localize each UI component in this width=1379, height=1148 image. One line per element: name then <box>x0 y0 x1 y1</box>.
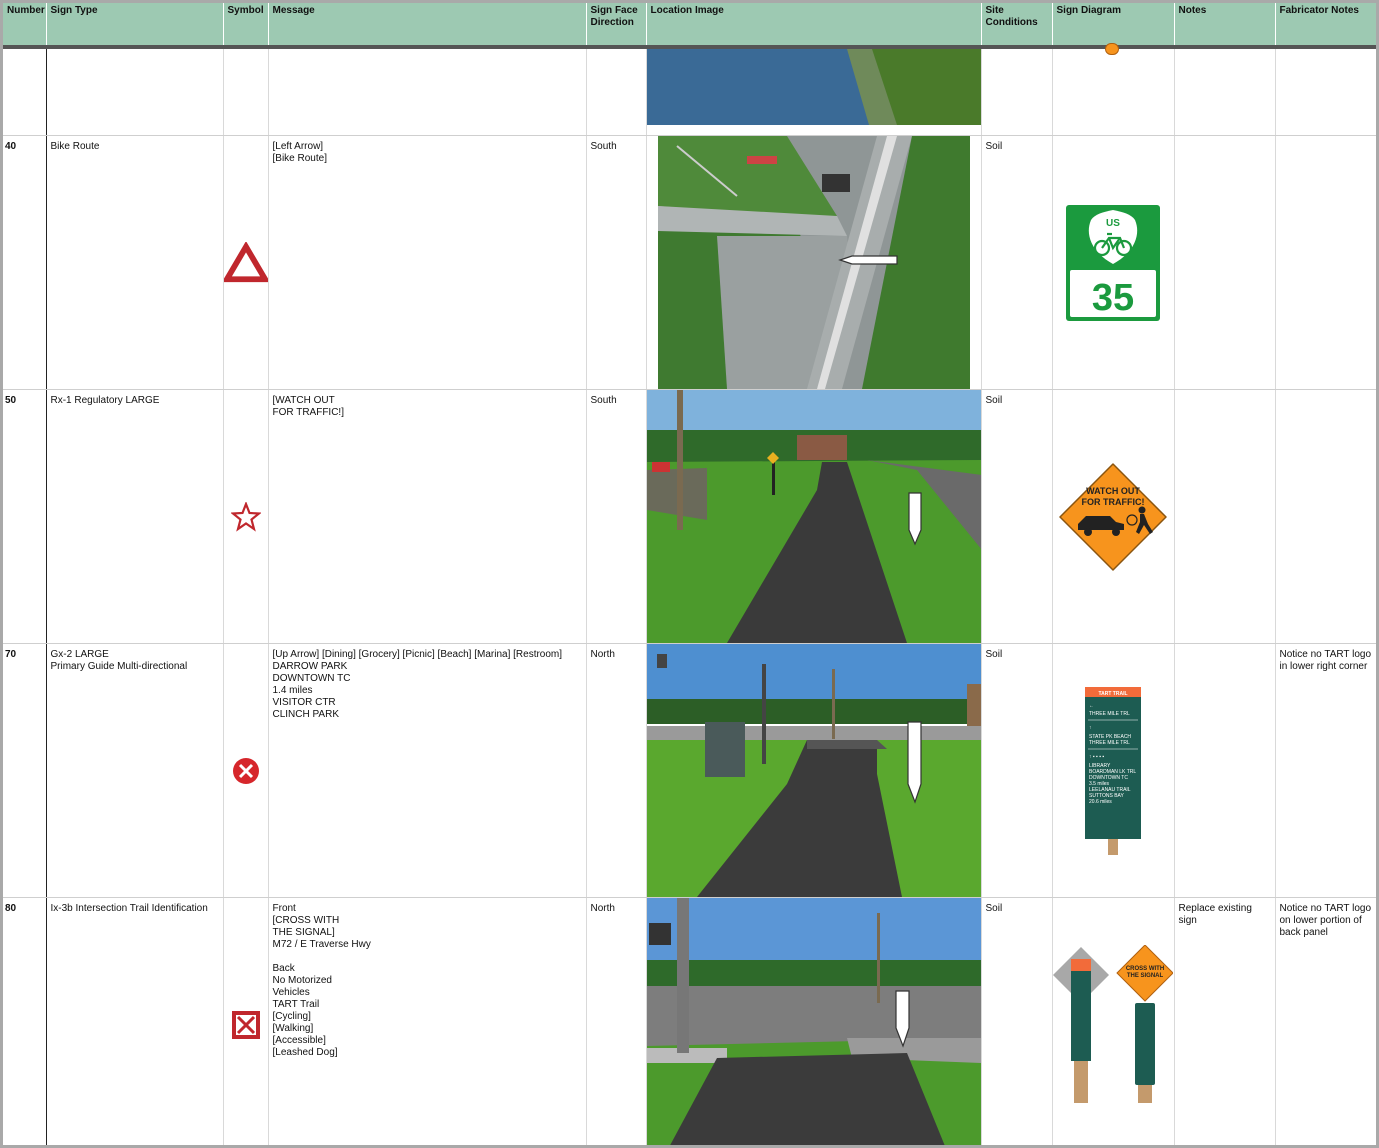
cell-number[interactable]: 50 <box>3 389 47 644</box>
cell-location-image[interactable] <box>646 643 982 898</box>
header-symbol[interactable]: Symbol <box>223 3 269 49</box>
cell-direction[interactable]: North <box>586 643 647 898</box>
cell-sign-type[interactable]: Bike Route <box>46 135 224 390</box>
sign-schedule-frame: Number Sign Type Symbol Message Sign Fac… <box>3 3 1376 1145</box>
cell-notes[interactable] <box>1174 47 1276 136</box>
cell-direction[interactable]: North <box>586 897 647 1145</box>
cell-number[interactable]: 40 <box>3 135 47 390</box>
trail-photo <box>646 390 981 643</box>
guide-sign-header: TART TRAIL <box>1098 691 1127 697</box>
cell-fabricator-notes[interactable] <box>1275 47 1376 136</box>
x-circle-icon <box>232 757 259 784</box>
cell-location-image[interactable] <box>646 389 982 644</box>
sign-text-line2: FOR TRAFFIC! <box>1082 497 1145 507</box>
cell-sign-diagram[interactable]: US 35 <box>1052 135 1175 390</box>
location-photo <box>646 49 981 135</box>
guide-line-1: THREE MILE TRL <box>1089 711 1130 717</box>
guide-sign-diagram: TART TRAIL ← THREE MILE TRL ↑ STATE PK B… <box>1085 686 1141 855</box>
cell-sign-type[interactable]: Rx-1 Regulatory LARGE <box>46 389 224 644</box>
cell-sign-type[interactable] <box>46 47 224 136</box>
table-row[interactable]: 70 Gx-2 LARGE Primary Guide Multi-direct… <box>3 643 1376 898</box>
cell-symbol[interactable] <box>223 47 269 136</box>
cell-fabricator-notes[interactable]: Notice no TART logo in lower right corne… <box>1275 643 1376 898</box>
table-row[interactable]: 80 Ix-3b Intersection Trail Identificati… <box>3 897 1376 1145</box>
cell-sign-diagram[interactable] <box>1052 43 1175 136</box>
header-sign-face-direction[interactable]: Sign Face Direction <box>586 3 647 49</box>
cell-site-conditions[interactable] <box>981 47 1053 136</box>
svg-text:↑ ▪ ▪ ▪ ▪: ↑ ▪ ▪ ▪ ▪ <box>1089 754 1104 760</box>
trail-photo <box>646 644 981 897</box>
cell-sign-diagram[interactable]: CROSS WITH THE SIGNAL <box>1052 897 1175 1145</box>
cell-notes[interactable]: Replace existing sign <box>1174 897 1276 1145</box>
cell-sign-type[interactable]: Gx-2 LARGE Primary Guide Multi-direction… <box>46 643 224 898</box>
cell-fabricator-notes[interactable] <box>1275 135 1376 390</box>
x-square-icon <box>231 1010 260 1039</box>
cell-direction[interactable]: South <box>586 135 647 390</box>
sign-schedule-table: Number Sign Type Symbol Message Sign Fac… <box>3 3 1376 1145</box>
cell-message[interactable]: [WATCH OUT FOR TRAFFIC!] <box>268 389 587 644</box>
header-site-conditions[interactable]: Site Conditions <box>981 3 1053 49</box>
triangle-icon <box>223 241 268 282</box>
aerial-photo <box>646 136 981 389</box>
cell-message[interactable]: Front [CROSS WITH THE SIGNAL] M72 / E Tr… <box>268 897 587 1145</box>
header-message[interactable]: Message <box>268 3 587 49</box>
sign-text-line1: WATCH OUT <box>1086 486 1140 496</box>
cell-notes[interactable] <box>1174 643 1276 898</box>
cell-site-conditions[interactable]: Soil <box>981 643 1053 898</box>
cell-number[interactable]: 80 <box>3 897 47 1145</box>
sign-diagram-fragment <box>1104 43 1119 55</box>
cell-message[interactable]: [Up Arrow] [Dining] [Grocery] [Picnic] [… <box>268 643 587 898</box>
cell-location-image[interactable] <box>646 897 982 1145</box>
cell-symbol[interactable] <box>223 135 269 390</box>
cell-site-conditions[interactable]: Soil <box>981 897 1053 1145</box>
cell-fabricator-notes[interactable]: Notice no TART logo on lower portion of … <box>1275 897 1376 1145</box>
cell-sign-diagram[interactable]: WATCH OUT FOR TRAFFIC! <box>1052 389 1175 644</box>
header-sign-diagram[interactable]: Sign Diagram <box>1052 3 1175 49</box>
cell-fabricator-notes[interactable] <box>1275 389 1376 644</box>
sign-text-line2: THE SIGNAL <box>1127 973 1164 979</box>
bike-route-sign-diagram: US 35 <box>1066 204 1160 321</box>
cell-number[interactable]: 70 <box>3 643 47 898</box>
sign-route-label: US <box>1106 218 1120 229</box>
svg-text:↑: ↑ <box>1089 725 1092 731</box>
cell-location-image[interactable] <box>646 47 982 136</box>
cell-number[interactable] <box>3 47 47 136</box>
header-number[interactable]: Number <box>3 3 47 49</box>
guide-line-10: 20.6 miles <box>1089 799 1112 805</box>
cell-site-conditions[interactable]: Soil <box>981 135 1053 390</box>
header-sign-type[interactable]: Sign Type <box>46 3 224 49</box>
cell-direction[interactable]: South <box>586 389 647 644</box>
cell-symbol[interactable] <box>223 897 269 1145</box>
header-row: Number Sign Type Symbol Message Sign Fac… <box>3 3 1376 49</box>
table-row[interactable]: 50 Rx-1 Regulatory LARGE [WATCH OUT FOR … <box>3 389 1376 644</box>
cell-location-image[interactable] <box>646 135 982 390</box>
guide-line-3: THREE MILE TRL <box>1089 740 1130 746</box>
trail-photo <box>646 898 981 1145</box>
cell-direction[interactable] <box>586 47 647 136</box>
header-notes[interactable]: Notes <box>1174 3 1276 49</box>
star-icon <box>230 501 261 532</box>
header-location-image[interactable]: Location Image <box>646 3 982 49</box>
header-fabricator-notes[interactable]: Fabricator Notes <box>1275 3 1376 49</box>
cell-sign-diagram[interactable]: TART TRAIL ← THREE MILE TRL ↑ STATE PK B… <box>1052 643 1175 898</box>
cell-symbol[interactable] <box>223 643 269 898</box>
cell-notes[interactable] <box>1174 389 1276 644</box>
table-row[interactable]: 40 Bike Route [Left Arrow] [Bike Route] … <box>3 135 1376 390</box>
cell-symbol[interactable] <box>223 389 269 644</box>
table-row[interactable] <box>3 43 1376 136</box>
sign-text-line1: CROSS WITH <box>1126 966 1164 972</box>
cell-site-conditions[interactable]: Soil <box>981 389 1053 644</box>
sign-route-number: 35 <box>1092 277 1134 319</box>
svg-text:←: ← <box>1089 703 1094 709</box>
cell-notes[interactable] <box>1174 135 1276 390</box>
watch-out-sign-diagram: WATCH OUT FOR TRAFFIC! <box>1059 462 1167 571</box>
cell-sign-type[interactable]: Ix-3b Intersection Trail Identification <box>46 897 224 1145</box>
intersection-sign-diagram: CROSS WITH THE SIGNAL <box>1053 944 1173 1103</box>
cell-message[interactable]: [Left Arrow] [Bike Route] <box>268 135 587 390</box>
cell-message[interactable] <box>268 47 587 136</box>
